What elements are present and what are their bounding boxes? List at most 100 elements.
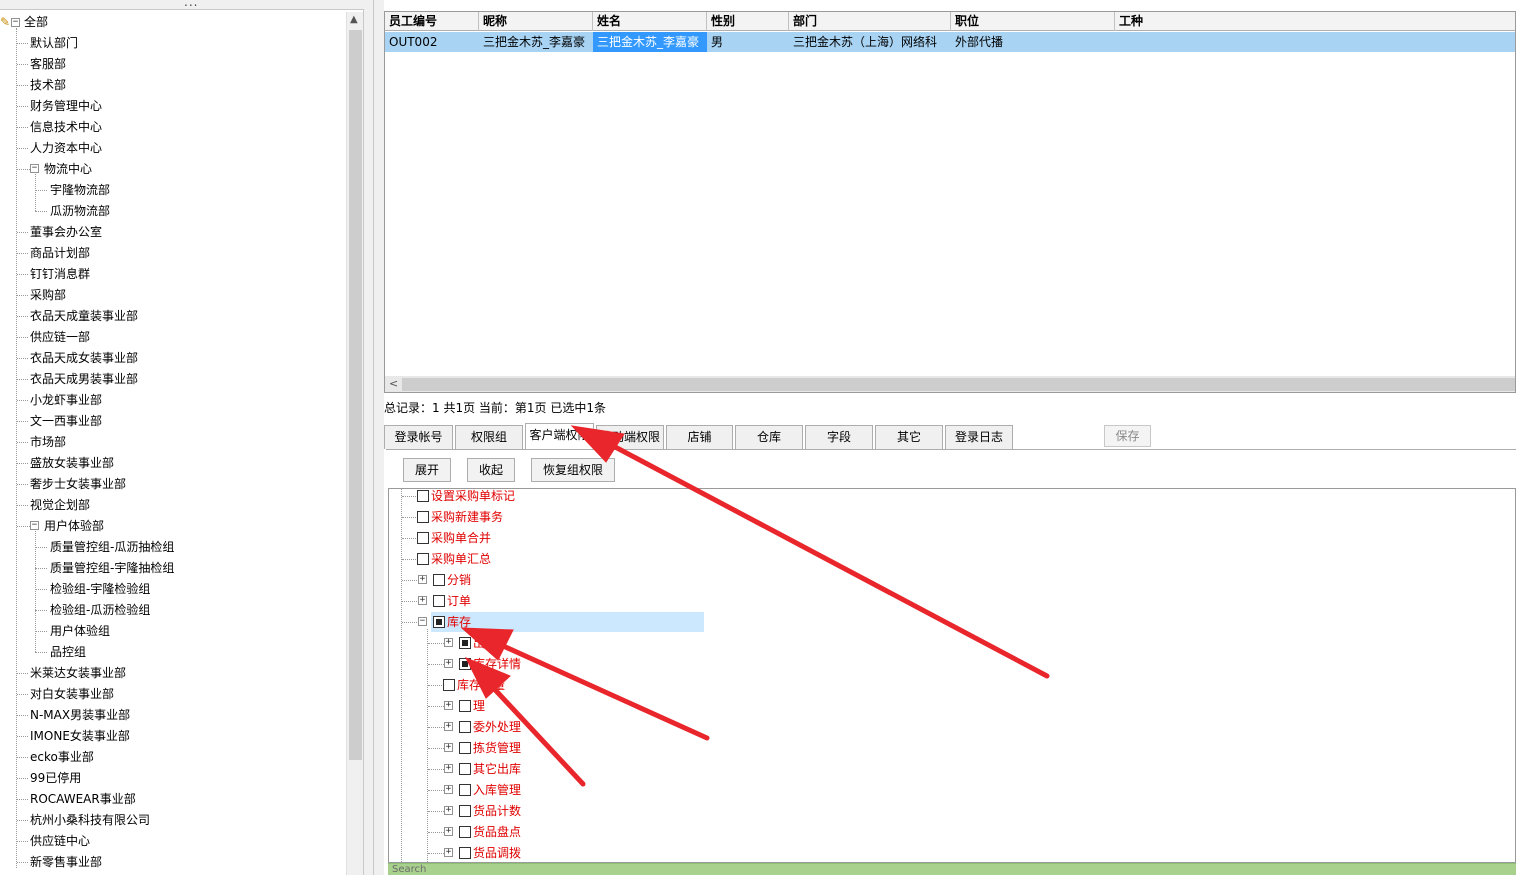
table-cell[interactable]: 男 [707,32,789,52]
column-header[interactable]: 工种 [1115,12,1515,31]
tree-node[interactable]: 文一西事业部 [30,411,102,431]
permission-label[interactable]: 采购单汇总 [431,549,491,569]
tree-node[interactable]: 宇隆物流部 [50,180,110,200]
collapse-toggle-icon[interactable]: − [11,18,20,27]
tree-node[interactable]: 视觉企划部 [30,495,90,515]
permission-label[interactable]: 货品调拨 [473,843,521,862]
tree-node[interactable]: 供应链中心 [30,831,90,851]
permission-checkbox[interactable] [459,784,471,796]
permission-label[interactable]: 货品计数 [473,801,521,821]
permission-checkbox[interactable] [443,679,455,691]
permission-label[interactable]: 设置采购单标记 [431,489,515,506]
tree-node[interactable]: 质量管控组-宇隆抽检组 [50,558,174,578]
tree-node[interactable]: 品控组 [50,642,86,662]
permission-checkbox[interactable] [433,574,445,586]
tree-node[interactable]: IMONE女装事业部 [30,726,130,746]
tree-node[interactable]: 商品计划部 [30,243,90,263]
expand-toggle-icon[interactable]: + [418,575,427,584]
expand-toggle-icon[interactable]: + [444,827,453,836]
tree-node[interactable]: 杭州小桑科技有限公司 [30,810,150,830]
tree-node[interactable]: 新零售事业部 [30,852,102,872]
column-header[interactable]: 昵称 [479,12,593,31]
tree-vertical-scrollbar[interactable]: ▲ [346,12,363,875]
tree-node[interactable]: 对白女装事业部 [30,684,114,704]
table-cell[interactable]: OUT002 [385,32,479,52]
tree-node[interactable]: 物流中心 [44,159,92,179]
permission-checkbox[interactable] [417,511,429,523]
permission-checkbox[interactable] [459,721,471,733]
permission-label[interactable]: 订单 [447,591,471,611]
tree-root-label[interactable]: 全部 [24,12,48,32]
tree-node[interactable]: 钉钉消息群 [30,264,90,284]
tab[interactable]: 其它 [875,425,943,449]
permission-label[interactable]: 库存 [447,612,471,632]
grid-scroll-thumb[interactable] [402,378,1515,391]
permission-checkbox[interactable] [459,826,471,838]
permission-checkbox[interactable] [433,595,445,607]
permission-label[interactable]: 采购新建事务 [431,507,503,527]
permission-checkbox[interactable] [459,637,471,649]
permission-label[interactable]: 委外处理 [473,717,521,737]
permission-label[interactable]: 分销 [447,570,471,590]
tree-node[interactable]: 用户体验部 [44,516,104,536]
expand-toggle-icon[interactable]: + [444,848,453,857]
tree-node[interactable]: 瓜沥物流部 [50,201,110,221]
panel-resize-grip[interactable]: ... [0,0,380,10]
expand-toggle-icon[interactable]: + [444,764,453,773]
column-header[interactable]: 职位 [951,12,1115,31]
column-header[interactable]: 部门 [789,12,951,31]
tree-node[interactable]: 董事会办公室 [30,222,102,242]
permission-label[interactable]: 库存容量 [457,675,505,695]
panel-splitter[interactable] [364,0,384,875]
table-cell[interactable]: 三把金木苏_李嘉豪 [593,32,707,52]
table-cell[interactable]: 外部代播 [951,32,1115,52]
expand-toggle-icon[interactable]: + [444,701,453,710]
tree-node[interactable]: ecko事业部 [30,747,94,767]
permission-label[interactable]: 理 [473,696,485,716]
collapse-button[interactable]: 收起 [467,458,515,482]
tree-node[interactable]: 检验组-瓜沥检验组 [50,600,150,620]
permission-checkbox[interactable] [417,532,429,544]
expand-toggle-icon[interactable]: + [418,596,427,605]
tab[interactable]: 字段 [805,425,873,449]
column-header[interactable]: 性别 [707,12,789,31]
permission-label[interactable]: 采购单合并 [431,528,491,548]
tree-node[interactable]: 质量管控组-瓜沥抽检组 [50,537,174,557]
search-input[interactable]: Search [388,863,1516,875]
expand-button[interactable]: 展开 [403,458,451,482]
tree-node[interactable]: 99已停用 [30,768,81,788]
tab[interactable]: 登录帐号 [384,425,453,449]
tree-node[interactable]: 衣品天成男装事业部 [30,369,138,389]
scroll-left-arrow-icon[interactable]: < [389,377,398,390]
permission-checkbox[interactable] [459,742,471,754]
tab[interactable]: 客户端权限 [525,423,594,449]
scroll-up-arrow-icon[interactable]: ▲ [350,14,358,25]
tree-node[interactable]: 采购部 [30,285,66,305]
collapse-toggle-icon[interactable]: − [30,521,39,530]
tree-node[interactable]: 市场部 [30,432,66,452]
tree-node[interactable]: 小龙虾事业部 [30,390,102,410]
save-button[interactable]: 保存 [1104,425,1151,447]
tree-node[interactable]: 信息技术中心 [30,117,102,137]
tree-node[interactable]: 默认部门 [30,33,78,53]
permission-checkbox[interactable] [459,700,471,712]
table-row[interactable]: OUT002 三把金木苏_李嘉豪 三把金木苏_李嘉豪男三把金木苏（上海）网络科 外部代… [385,32,1515,52]
expand-toggle-icon[interactable]: + [444,659,453,668]
collapse-toggle-icon[interactable]: − [30,164,39,173]
permission-checkbox[interactable] [459,805,471,817]
restore-group-permission-button[interactable]: 恢复组权限 [531,458,615,482]
permission-checkbox[interactable] [433,616,445,628]
permission-checkbox[interactable] [459,847,471,859]
table-cell[interactable]: 三把金木苏（上海）网络科 [789,32,951,52]
permission-label[interactable]: 入库管理 [473,780,521,800]
permission-checkbox[interactable] [459,763,471,775]
tab[interactable]: 仓库 [735,425,803,449]
permission-checkbox[interactable] [417,490,429,502]
tree-node[interactable]: 供应链一部 [30,327,90,347]
tree-node[interactable]: 衣品天成童装事业部 [30,306,138,326]
grid-horizontal-scrollbar[interactable]: < [385,376,1515,392]
tree-node[interactable]: 检验组-宇隆检验组 [50,579,150,599]
tree-node[interactable]: 衣品天成女装事业部 [30,348,138,368]
tree-node[interactable]: 用户体验组 [50,621,110,641]
permission-checkbox[interactable] [417,553,429,565]
